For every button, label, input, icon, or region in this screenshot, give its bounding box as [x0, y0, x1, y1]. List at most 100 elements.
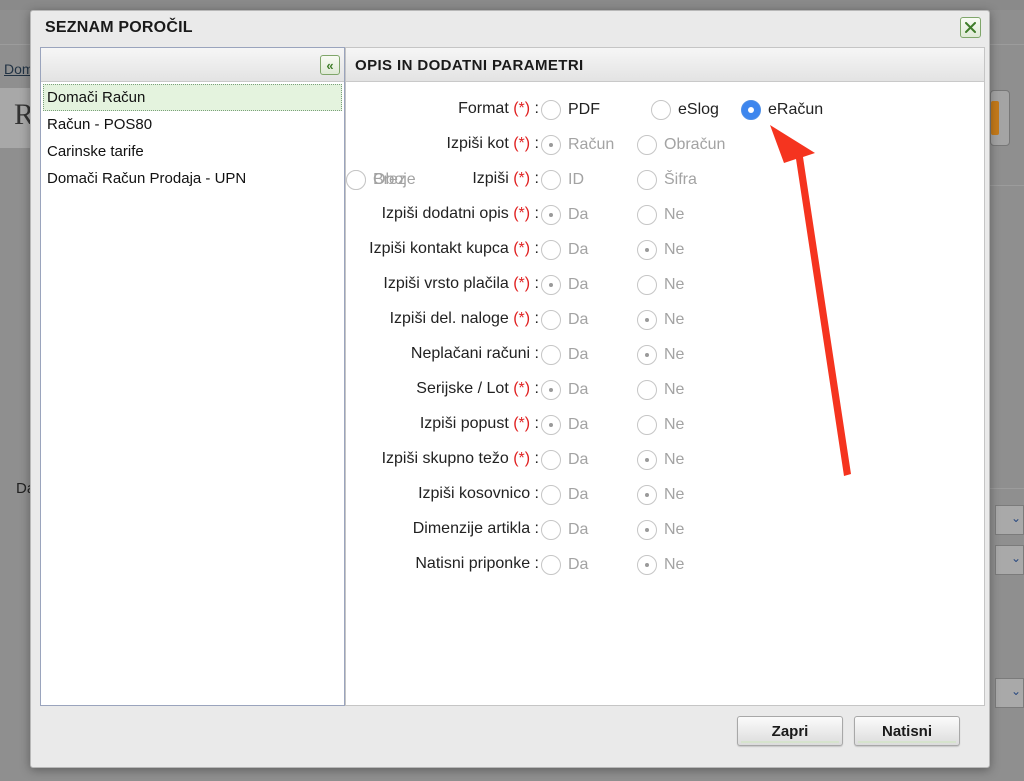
radio-option: Da: [541, 202, 588, 228]
radio-button: [541, 240, 561, 260]
parameter-label-text: Natisni priponke: [415, 555, 531, 572]
radio-button: [541, 275, 561, 295]
radio-label: eRačun: [768, 101, 824, 118]
radio-option: Ne: [637, 342, 684, 368]
radio-option[interactable]: eRačun: [741, 97, 823, 123]
collapse-panel-button[interactable]: «: [320, 55, 340, 75]
radio-button[interactable]: [651, 100, 671, 120]
radio-button: [637, 345, 657, 365]
parameter-label: Serijske / Lot (*) :: [416, 380, 539, 397]
radio-label: Da: [568, 206, 589, 223]
radio-label: Ne: [664, 556, 685, 573]
required-mark: (*): [513, 135, 531, 152]
radio-button: [637, 205, 657, 225]
double-chevron-left-icon: «: [326, 57, 334, 73]
radio-button[interactable]: [741, 100, 761, 120]
radio-label: Ne: [664, 486, 685, 503]
parameter-row: Format (*) : PDF eSlog eRačun: [346, 96, 986, 126]
radio-label: Ne: [664, 451, 685, 468]
parameter-label: Natisni priponke :: [415, 555, 539, 572]
radio-label: Da: [568, 416, 589, 433]
parameter-label-text: Izpiši dodatni opis: [381, 205, 509, 222]
parameter-label: Izpiši vrsto plačila (*) :: [383, 275, 539, 292]
parameter-row: Izpiši dodatni opis (*) : Da Ne: [346, 201, 986, 231]
radio-option[interactable]: PDF: [541, 97, 600, 123]
radio-button: [637, 135, 657, 155]
parameter-label: Dimenzije artikla :: [412, 520, 539, 537]
radio-button: [541, 450, 561, 470]
radio-button[interactable]: [541, 100, 561, 120]
radio-button: [541, 485, 561, 505]
report-item[interactable]: Carinske tarife: [43, 138, 342, 165]
parameter-label-text: Izpiši skupno težo: [381, 450, 509, 467]
report-item[interactable]: Domači Račun: [43, 84, 342, 111]
radio-option: Šifra: [637, 167, 697, 193]
background-select-field: ⌄: [995, 545, 1024, 575]
close-dialog-button[interactable]: [960, 17, 981, 38]
radio-label: Da: [568, 276, 589, 293]
radio-label: Ne: [664, 311, 685, 328]
background-select-field: ⌄: [995, 505, 1024, 535]
background-logo-letter: R: [0, 88, 34, 148]
required-mark: (*): [513, 170, 531, 187]
chevron-down-icon: ⌄: [1010, 511, 1021, 525]
parameter-label-text: Izpiši popust: [419, 415, 509, 432]
radio-button: [637, 240, 657, 260]
radio-label: Ne: [664, 521, 685, 538]
report-item[interactable]: Domači Račun Prodaja - UPN: [43, 165, 342, 192]
radio-button: [637, 450, 657, 470]
parameter-label-text: Izpiši kontakt kupca: [369, 240, 509, 257]
required-mark: (*): [513, 100, 531, 117]
radio-option: Ne: [637, 237, 684, 263]
radio-option: Obračun: [637, 132, 725, 158]
close-button[interactable]: Zapri: [737, 716, 843, 746]
parameter-label-text: Izpiši kosovnico: [418, 485, 531, 502]
radio-label: Da: [568, 381, 589, 398]
parameters-header: OPIS IN DODATNI PARAMETRI: [346, 48, 984, 82]
radio-label: Račun: [568, 136, 615, 153]
radio-button: [637, 275, 657, 295]
parameter-label: Izpiši (*) :: [472, 170, 539, 187]
radio-option: Da: [541, 552, 588, 578]
parameter-row: Izpiši del. naloge (*) : Da Ne: [346, 306, 986, 336]
required-mark: (*): [513, 415, 531, 432]
chevron-down-icon: ⌄: [1010, 684, 1021, 698]
report-list: Domači Račun Račun - POS80 Carinske tarife…: [41, 82, 344, 194]
background-divider: [0, 44, 30, 45]
background-top-bar: [0, 0, 1024, 10]
required-mark: (*): [513, 275, 531, 292]
radio-button: [637, 555, 657, 575]
radio-button: [541, 205, 561, 225]
radio-option: Brez: [346, 167, 406, 193]
parameter-row: Izpiši popust (*) : Da Ne: [346, 411, 986, 441]
parameter-label: Izpiši kot (*) :: [446, 135, 539, 152]
radio-button: [637, 415, 657, 435]
report-item[interactable]: Račun - POS80: [43, 111, 342, 138]
radio-button: [637, 485, 657, 505]
parameter-row: Izpiši kot (*) : Račun Obračun: [346, 131, 986, 161]
background-select-field: ⌄: [995, 678, 1024, 708]
parameter-label: Izpiši dodatni opis (*) :: [381, 205, 539, 222]
parameter-label: Neplačani računi :: [410, 345, 539, 362]
reports-dialog: SEZNAM POROČIL « Domači Račun Račun - POS…: [30, 10, 990, 768]
print-button[interactable]: Natisni: [854, 716, 960, 746]
parameter-label-text: Izpiši: [472, 170, 509, 187]
radio-label: Da: [568, 451, 589, 468]
radio-option: Da: [541, 447, 588, 473]
radio-button: [637, 380, 657, 400]
radio-option: Da: [541, 377, 588, 403]
parameter-label: Format (*) :: [458, 100, 539, 117]
radio-button: [637, 170, 657, 190]
radio-button: [541, 135, 561, 155]
radio-label: Šifra: [664, 171, 697, 188]
parameter-label-text: Izpiši del. naloge: [389, 310, 509, 327]
radio-option[interactable]: eSlog: [651, 97, 719, 123]
parameter-row: Serijske / Lot (*) : Da Ne: [346, 376, 986, 406]
radio-label: Ne: [664, 241, 685, 258]
radio-label: Da: [568, 241, 589, 258]
background-divider: [990, 488, 1024, 489]
background-toolbar-button: [990, 90, 1010, 146]
radio-option: Ne: [637, 482, 684, 508]
parameter-label: Izpiši kosovnico :: [418, 485, 539, 502]
radio-option: Ne: [637, 552, 684, 578]
